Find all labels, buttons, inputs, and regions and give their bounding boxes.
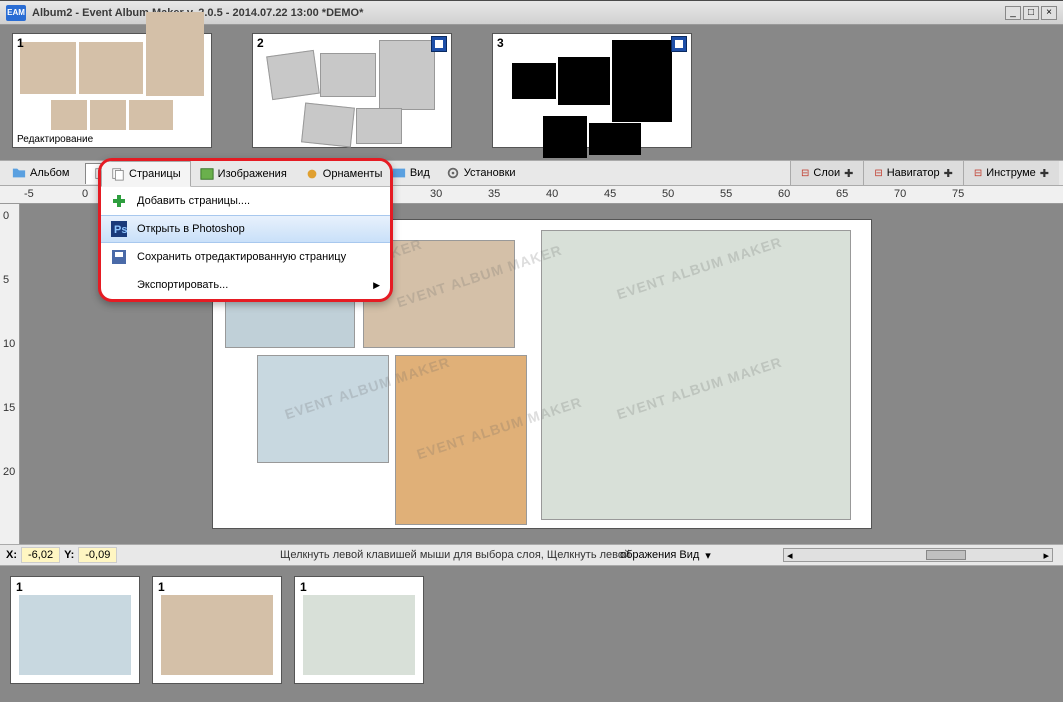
image-icon [200, 167, 214, 181]
view-dropdown[interactable]: ображения Вид▾ [620, 549, 711, 562]
menu-album[interactable]: Альбом [4, 163, 77, 183]
gallery-thumb[interactable]: 1 [152, 576, 282, 684]
scrollbar-thumb[interactable] [926, 550, 966, 560]
tab-layers[interactable]: ⊟Слои✚ [790, 161, 863, 185]
dd-tab-images[interactable]: Изображения [191, 161, 296, 186]
pages-dropdown: Страницы Изображения Орнаменты Добавить … [98, 158, 393, 302]
menu-settings[interactable]: Установки [438, 163, 524, 183]
app-icon: EAM [6, 5, 26, 21]
dd-save-edited[interactable]: Сохранить отредактированную страницу [101, 243, 390, 271]
blank-icon [111, 277, 127, 293]
plus-icon [111, 193, 127, 209]
gallery-thumb[interactable]: 1 [10, 576, 140, 684]
tab-navigator[interactable]: ⊟Навигатор✚ [863, 161, 962, 185]
thumb-caption: Редактирование [13, 134, 211, 147]
horizontal-scrollbar[interactable]: ◂▸ [783, 548, 1053, 562]
folder-icon [12, 166, 26, 180]
save-icon[interactable] [671, 36, 687, 52]
pin-icon: ⊟ [974, 168, 982, 179]
tab-tools[interactable]: ⊟Инструме✚ [963, 161, 1059, 185]
canvas-image[interactable] [395, 355, 527, 525]
gallery-thumb[interactable]: 1 [294, 576, 424, 684]
thumb-number: 3 [497, 36, 504, 50]
x-value: -6,02 [21, 547, 60, 563]
gear-icon [446, 166, 460, 180]
canvas-image[interactable] [257, 355, 389, 463]
save-icon[interactable] [431, 36, 447, 52]
pages-icon [111, 167, 125, 181]
dd-export[interactable]: Экспортировать... ▶ [101, 271, 390, 299]
close-button[interactable]: × [1041, 6, 1057, 20]
canvas-image[interactable] [541, 230, 851, 520]
page-thumbnails-row: 1 Редактирование 2 3 [0, 25, 1063, 160]
chevron-down-icon: ▾ [705, 549, 711, 562]
dd-add-pages[interactable]: Добавить страницы.... [101, 187, 390, 215]
page-thumb-1[interactable]: 1 Редактирование [12, 33, 212, 148]
x-label: X: [6, 549, 17, 561]
chevron-right-icon: ▶ [373, 280, 380, 291]
svg-text:Ps: Ps [114, 224, 127, 236]
ornament-icon [305, 167, 319, 181]
page-thumb-3[interactable]: 3 [492, 33, 692, 148]
status-hint: Щелкнуть левой клавишей мыши для выбора … [280, 549, 630, 561]
save-icon [111, 249, 127, 265]
thumb-number: 2 [257, 36, 264, 50]
view-icon [392, 166, 406, 180]
image-gallery: 1 1 1 [0, 566, 1063, 696]
statusbar: X: -6,02 Y: -0,09 Щелкнуть левой клавише… [0, 544, 1063, 566]
pin-icon: ⊟ [874, 168, 882, 179]
y-value: -0,09 [78, 547, 117, 563]
ruler-vertical: 0 5 10 15 20 [0, 204, 20, 544]
dd-tab-ornaments[interactable]: Орнаменты [296, 161, 392, 186]
page-thumb-2[interactable]: 2 [252, 33, 452, 148]
thumb-number: 1 [17, 36, 24, 50]
photoshop-icon: Ps [111, 221, 127, 237]
maximize-button[interactable]: □ [1023, 6, 1039, 20]
y-label: Y: [64, 549, 74, 561]
dd-tab-pages[interactable]: Страницы [101, 161, 191, 187]
dd-open-photoshop[interactable]: Ps Открыть в Photoshop [101, 215, 390, 243]
pin-icon: ⊟ [801, 168, 809, 179]
minimize-button[interactable]: _ [1005, 6, 1021, 20]
